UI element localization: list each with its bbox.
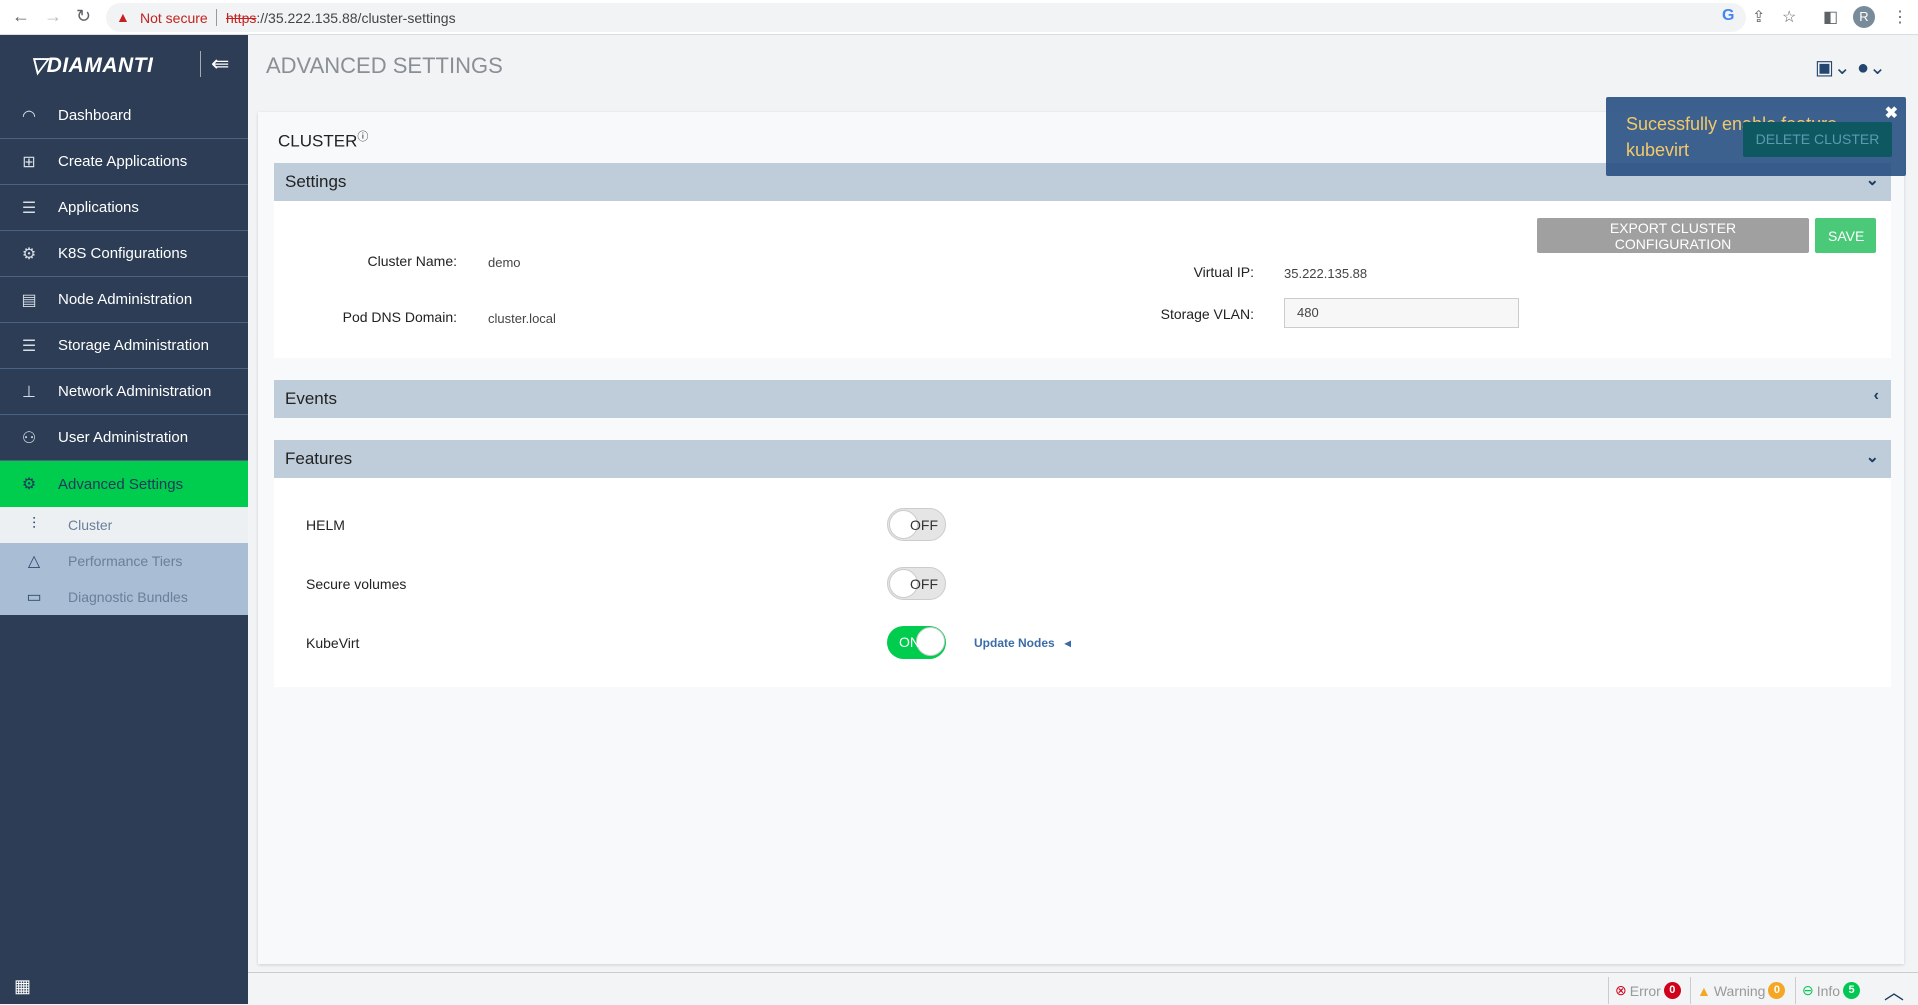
server-icon: ▤ <box>21 291 37 309</box>
google-icon[interactable]: G <box>1722 7 1734 25</box>
feature-toggle[interactable]: OFF <box>887 508 946 541</box>
caret-left-icon: ◂ <box>1064 636 1071 650</box>
sidebar-item-label: Storage Administration <box>58 337 209 354</box>
sidebar-item-label: Network Administration <box>58 383 212 400</box>
sidebar-item-label: K8S Configurations <box>58 245 188 262</box>
sidebar-item-user-administration[interactable]: ⚇ User Administration <box>0 415 248 461</box>
cluster-card: CLUSTERⓘ Settings ⌄ Cluster Name: demo Po… <box>258 112 1904 964</box>
sidebar-item-applications[interactable]: ☰ Applications <box>0 185 248 231</box>
chevron-down-icon: ⌄ <box>1865 449 1879 466</box>
info-status[interactable]: ⊖ Info 5 <box>1795 977 1861 1004</box>
submenu-item-label: Performance Tiers <box>68 553 183 569</box>
browser-toolbar: ← → ↻ ▲ Not secure https://35.222.135.88… <box>0 0 1918 35</box>
features-panel-header[interactable]: Features ⌄ <box>274 440 1891 478</box>
submenu-item-label: Cluster <box>68 517 113 533</box>
error-status[interactable]: ⊗ Error 0 <box>1608 977 1681 1004</box>
pod-dns-label: Pod DNS Domain: <box>342 309 457 325</box>
toggle-state: ON <box>899 634 920 650</box>
gauge-icon: ◠ <box>22 107 36 125</box>
virtual-ip-value: 35.222.135.88 <box>1284 266 1368 281</box>
sidebar: ▽DIAMANTI ⇚ ◠ Dashboard ⊞ Create Applicatio… <box>0 35 248 972</box>
sidebar-item-storage-administration[interactable]: ☰ Storage Administration <box>0 323 248 369</box>
sidebar-item-label: Create Applications <box>58 153 188 170</box>
cluster-name-label: Cluster Name: <box>367 253 457 269</box>
submenu-item-cluster[interactable]: ⫶ Cluster <box>0 507 248 543</box>
star-icon[interactable]: ☆ <box>1782 7 1796 27</box>
collapse-sidebar-icon[interactable]: ⇚ <box>200 51 229 77</box>
back-icon[interactable]: ← <box>12 6 30 27</box>
share-icon[interactable]: ⇪ <box>1752 7 1765 27</box>
warning-icon: ▲ <box>116 9 130 25</box>
export-config-button[interactable]: EXPORT CLUSTER CONFIGURATION <box>1537 218 1809 253</box>
feature-toggle[interactable]: OFF <box>887 567 946 600</box>
submenu-item-performance-tiers[interactable]: △ Performance Tiers <box>0 543 248 579</box>
feature-label: HELM <box>306 517 345 533</box>
calendar-icon[interactable]: ▦ <box>0 972 248 1004</box>
storage-vlan-input[interactable]: 480 <box>1284 298 1519 328</box>
address-bar[interactable]: ▲ Not secure https://35.222.135.88/clust… <box>106 3 1746 32</box>
sidebar-item-label: Dashboard <box>58 107 132 124</box>
error-icon: ⊗ <box>1615 982 1627 998</box>
feature-label: KubeVirt <box>306 635 360 651</box>
settings-panel-body: Cluster Name: demo Pod DNS Domain: clust… <box>274 201 1891 358</box>
sidebar-item-label: Node Administration <box>58 291 193 308</box>
forward-icon[interactable]: → <box>44 6 62 27</box>
sidebar-item-node-administration[interactable]: ▤ Node Administration <box>0 277 248 323</box>
monitor-icon: ▭ <box>26 589 42 606</box>
features-panel-body: HELM OFF Secure volumes OFF KubeVirt ON Upd… <box>274 478 1891 687</box>
card-title: CLUSTERⓘ <box>278 131 369 151</box>
toggle-knob <box>916 627 945 656</box>
warning-icon: ▲ <box>1697 982 1711 999</box>
chevron-left-icon: ‹ <box>1873 387 1879 404</box>
sidebar-item-advanced-settings[interactable]: ⚙ Advanced Settings <box>0 461 248 507</box>
network-icon: ⊥ <box>22 383 36 401</box>
toggle-state: OFF <box>910 517 938 533</box>
delete-cluster-button[interactable]: DELETE CLUSTER <box>1743 122 1892 157</box>
submenu-item-diagnostic-bundles[interactable]: ▭ Diagnostic Bundles <box>0 579 248 615</box>
gear-icon: ⚙ <box>21 245 37 263</box>
logo: ▽DIAMANTI <box>30 54 154 77</box>
url-text: https://35.222.135.88/cluster-settings <box>226 10 456 26</box>
divider <box>216 9 217 26</box>
users-icon: ⚇ <box>21 429 37 447</box>
sidebar-item-label: Applications <box>58 199 139 216</box>
chevron-up-icon[interactable]: ︿ <box>1884 976 1904 1005</box>
save-button[interactable]: SAVE <box>1815 218 1876 253</box>
sidebar-item-label: User Administration <box>58 429 189 446</box>
profile-avatar[interactable]: R <box>1853 6 1875 28</box>
help-icon[interactable]: ▣⌄ <box>1815 55 1851 80</box>
help-circle-icon[interactable]: ⓘ <box>357 131 368 143</box>
status-bar: ▦ ⊗ Error 0 ▲ Warning 0 ⊖ Info 5 ︿ <box>0 972 1918 1005</box>
page-title: ADVANCED SETTINGS <box>266 53 503 78</box>
storage-vlan-label: Storage VLAN: <box>1160 306 1254 322</box>
list-icon: ☰ <box>21 199 37 217</box>
update-nodes-link[interactable]: Update Nodes ◂ <box>974 636 1071 650</box>
warning-status[interactable]: ▲ Warning 0 <box>1690 977 1786 1004</box>
submenu-item-label: Diagnostic Bundles <box>68 589 188 605</box>
virtual-ip-label: Virtual IP: <box>1193 264 1254 280</box>
sidepanel-icon[interactable]: ◧ <box>1823 7 1838 27</box>
sliders-icon: ⫶ <box>31 516 36 533</box>
cogs-icon: ⚙ <box>21 476 37 493</box>
user-icon[interactable]: ●⌄ <box>1857 55 1886 80</box>
info-icon: ⊖ <box>1802 982 1814 998</box>
sidebar-item-network-administration[interactable]: ⊥ Network Administration <box>0 369 248 415</box>
not-secure-label: Not secure <box>140 10 208 26</box>
sidebar-item-create-applications[interactable]: ⊞ Create Applications <box>0 139 248 185</box>
feature-label: Secure volumes <box>306 576 407 592</box>
pod-dns-value: cluster.local <box>488 311 556 326</box>
events-panel-header[interactable]: Events ‹ <box>274 380 1891 418</box>
toggle-state: OFF <box>910 576 938 592</box>
sidebar-item-dashboard[interactable]: ◠ Dashboard <box>0 93 248 139</box>
plus-square-icon: ⊞ <box>22 153 36 171</box>
database-icon: ☰ <box>21 337 37 355</box>
cluster-name-value: demo <box>488 255 521 270</box>
pyramid-icon: △ <box>27 553 41 570</box>
feature-toggle[interactable]: ON <box>887 626 946 659</box>
reload-icon[interactable]: ↻ <box>76 6 91 27</box>
sidebar-item-label: Advanced Settings <box>58 475 184 493</box>
sidebar-item-k8s-configurations[interactable]: ⚙ K8S Configurations <box>0 231 248 277</box>
menu-icon[interactable]: ⋮ <box>1892 7 1908 27</box>
